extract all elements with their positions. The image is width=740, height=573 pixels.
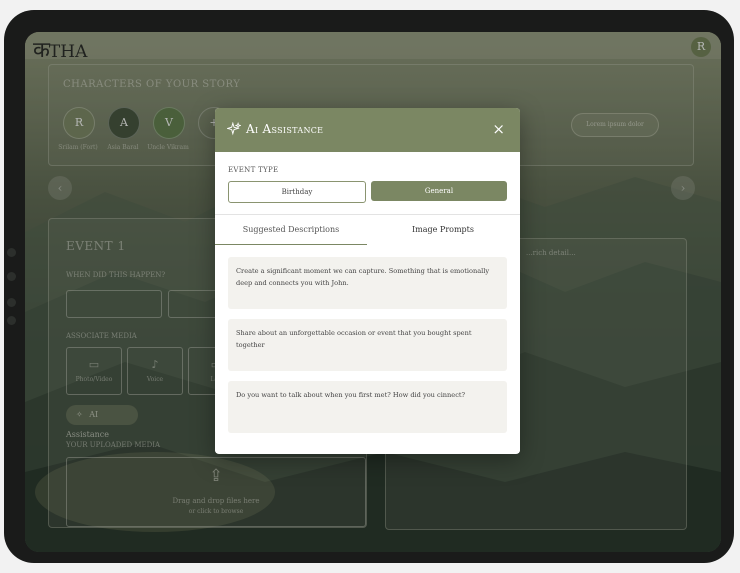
tab-suggested-descriptions[interactable]: Suggested Descriptions bbox=[215, 215, 367, 245]
suggestion-text: Create a significant moment we can captu… bbox=[236, 267, 490, 287]
suggestions-list: Create a significant moment we can captu… bbox=[215, 245, 520, 453]
modal-tabs: Suggested Descriptions Image Prompts bbox=[215, 214, 520, 246]
suggestion-card[interactable]: Create a significant moment we can captu… bbox=[228, 257, 507, 309]
modal-header: Ai Assistance × bbox=[215, 108, 520, 152]
event-type-birthday-button[interactable]: Birthday bbox=[228, 181, 366, 203]
event-type-general-button[interactable]: General bbox=[371, 181, 507, 201]
suggestion-card[interactable]: Do you want to talk about when you first… bbox=[228, 381, 507, 433]
device-button bbox=[7, 316, 16, 325]
suggestion-card[interactable]: Share about an unforgettable occasion or… bbox=[228, 319, 507, 371]
close-button[interactable]: × bbox=[492, 121, 505, 137]
device-button bbox=[7, 248, 16, 257]
sparkle-icon bbox=[227, 122, 241, 136]
modal-title: Ai Assistance bbox=[246, 122, 324, 136]
suggestion-text: Share about an unforgettable occasion or… bbox=[236, 329, 472, 349]
tab-image-prompts[interactable]: Image Prompts bbox=[367, 215, 519, 245]
suggestion-text: Do you want to talk about when you first… bbox=[236, 391, 466, 399]
ai-assistance-modal: Ai Assistance × EVENT TYPE Birthday Gene… bbox=[215, 108, 520, 454]
event-type-label: EVENT TYPE bbox=[228, 166, 279, 174]
device-button bbox=[7, 298, 16, 307]
device-button bbox=[7, 272, 16, 281]
